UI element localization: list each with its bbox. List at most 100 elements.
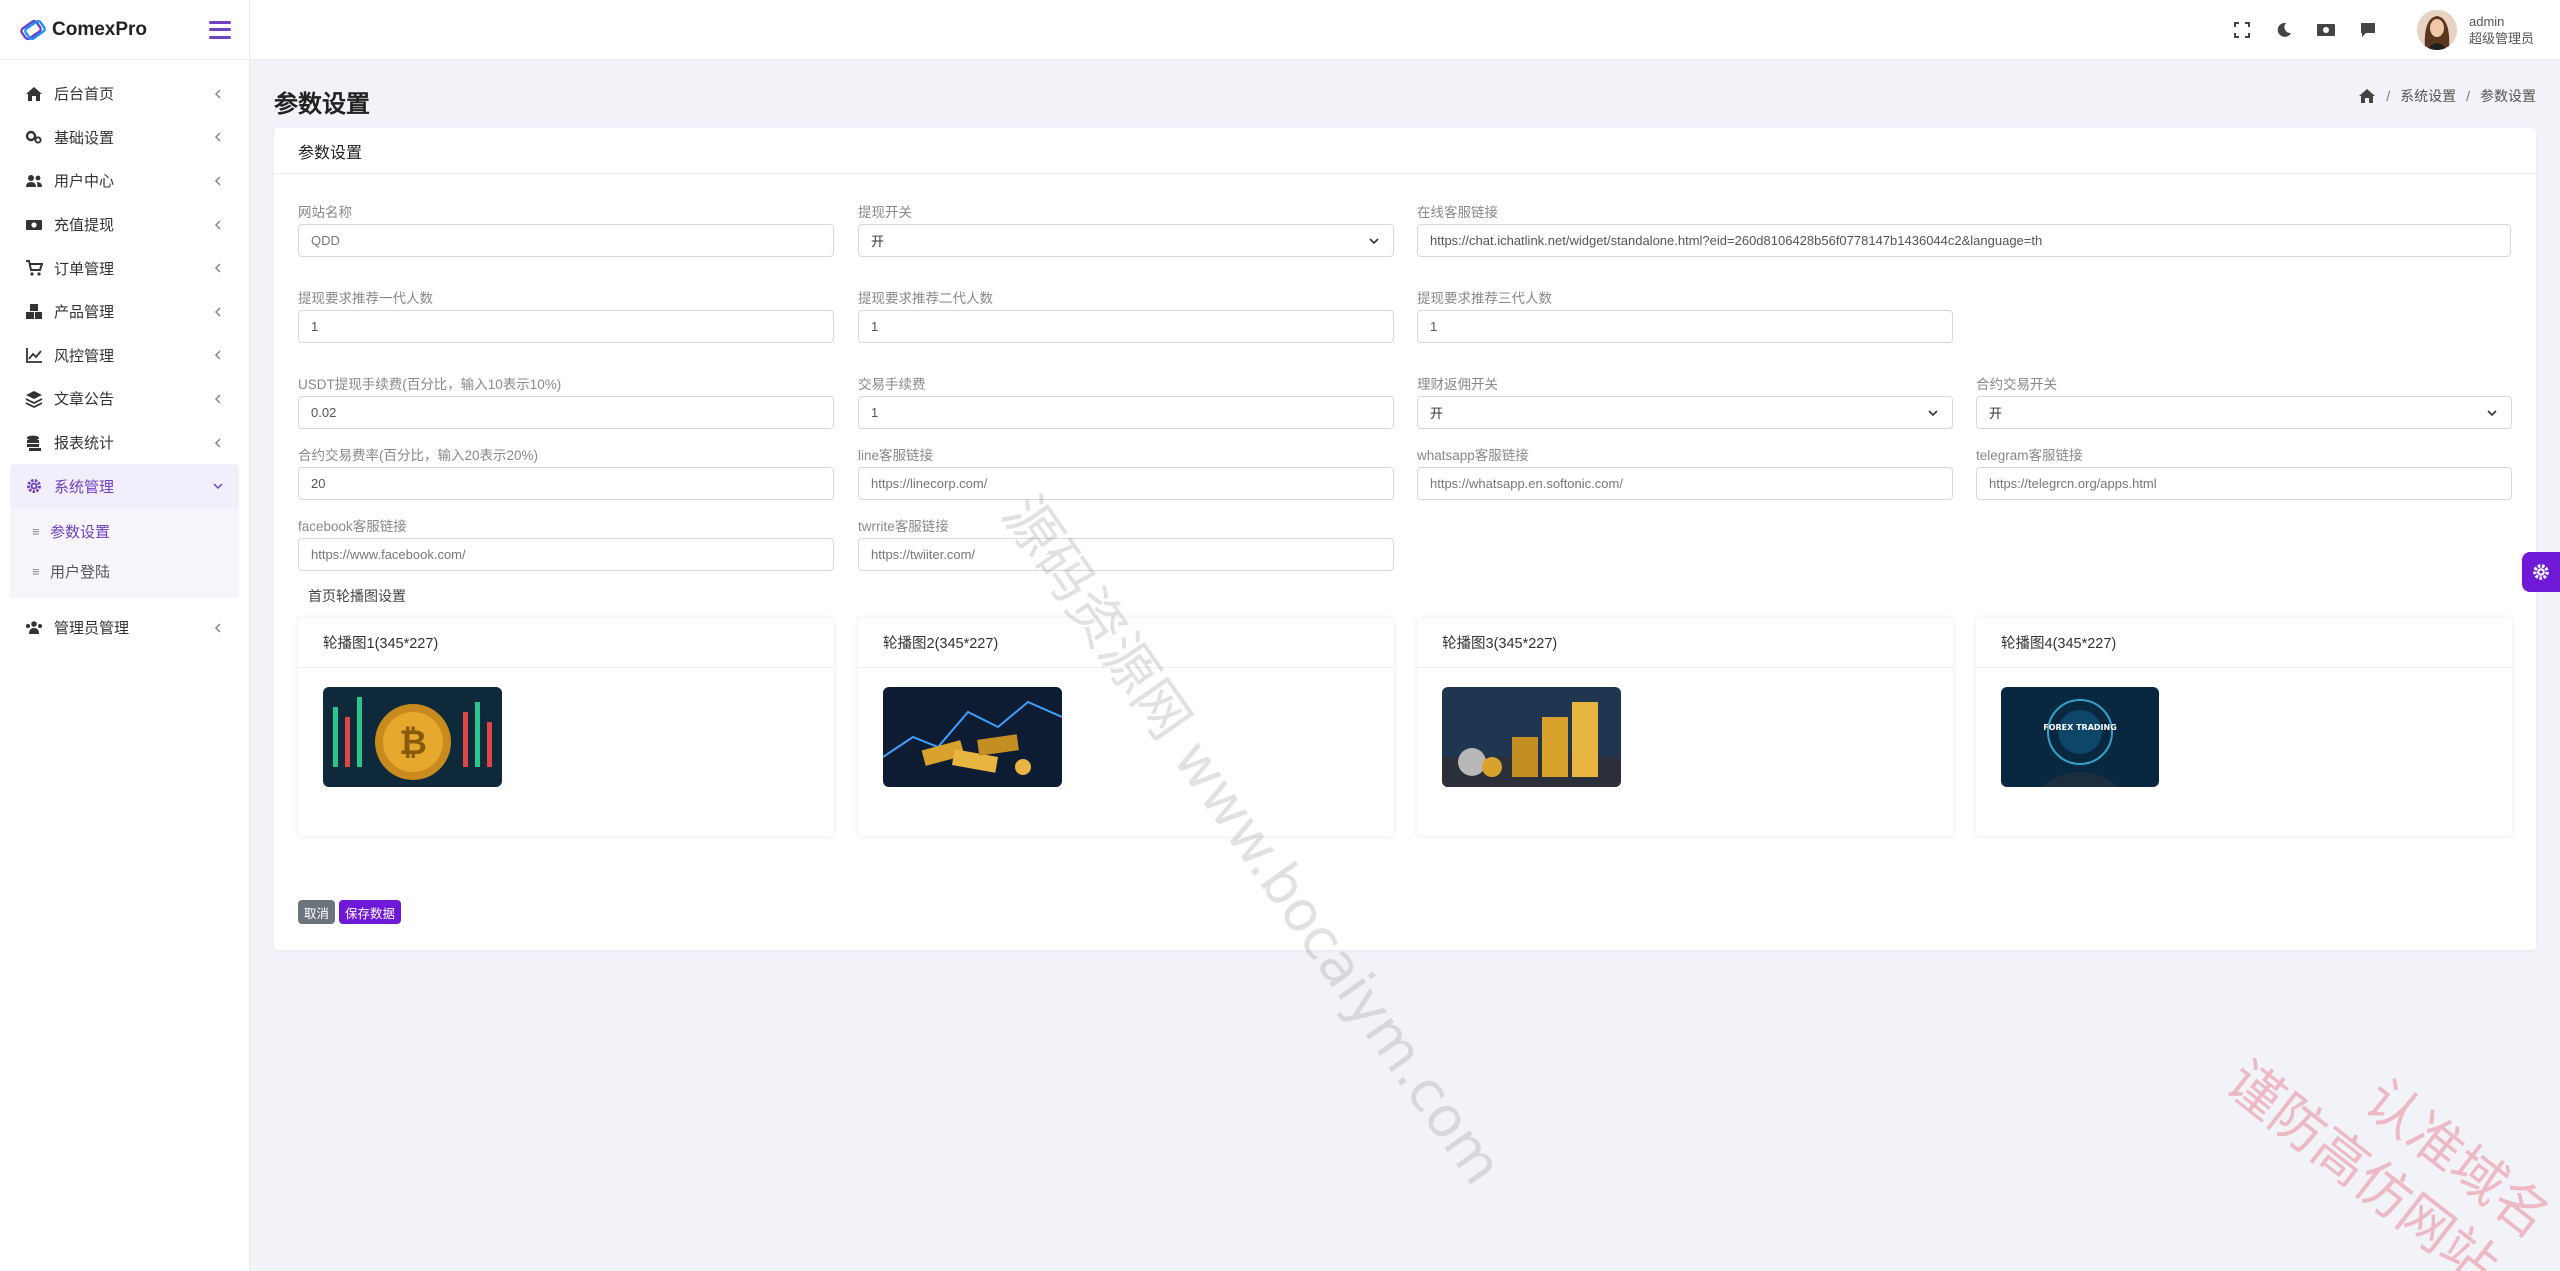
select-value: 开 (871, 234, 885, 249)
watermark-corner-line: 谨防高仿网站 (2214, 1048, 2510, 1271)
cs-link-label: 在线客服链接 (1417, 205, 1498, 220)
line-link-input[interactable]: https://linecorp.com/ (858, 467, 1394, 500)
sidebar-item-recharge-withdraw[interactable]: 充值提现 (10, 203, 239, 247)
sidebar-item-label: 系统管理 (54, 478, 115, 496)
whatsapp-link-input[interactable]: https://whatsapp.en.softonic.com/ (1417, 467, 1953, 500)
ref3-input[interactable]: 1 (1417, 310, 1953, 343)
sidebar-item-label: 报表统计 (54, 435, 115, 453)
breadcrumb-item[interactable]: 系统设置 (2400, 86, 2456, 106)
sidebar-item-user-center[interactable]: 用户中心 (10, 159, 239, 203)
sidebar-subitem-user-login[interactable]: ≡ 用户登陆 (10, 552, 239, 592)
rebate-switch-group: 理财返佣开关 开 (1417, 373, 1953, 429)
banner-card-title: 轮播图1(345*227) (298, 618, 834, 668)
sidebar-item-risk-control[interactable]: 风控管理 (10, 334, 239, 378)
banner-card: 轮播图4(345*227) FOREX TRADING (1976, 618, 2512, 836)
banner-card: 轮播图3(345*227) (1417, 618, 1953, 836)
gear-icon (24, 476, 44, 496)
watermark-corner: 认准域名 谨防高仿网站 (2213, 991, 2560, 1271)
sidebar: ComexPro 后台首页 基础设置 用户中心 充值提现 订单管理 产品管理 风… (0, 0, 250, 1271)
usdt-fee-label: USDT提现手续费(百分比，输入10表示10%) (298, 377, 562, 392)
banner-card: 轮播图1(345*227) ₿ (298, 618, 834, 836)
sidebar-item-label: 风控管理 (54, 347, 115, 365)
telegram-link-input[interactable]: https://telegrcn.org/apps.html (1976, 467, 2512, 500)
sidebar-item-reports[interactable]: 报表统计 (10, 421, 239, 465)
sidebar-item-orders[interactable]: 订单管理 (10, 246, 239, 290)
contract-switch-label: 合约交易开关 (1976, 377, 2057, 392)
svg-text:₿: ₿ (399, 723, 427, 763)
moon-icon[interactable] (2273, 19, 2295, 41)
contract-switch-group: 合约交易开关 开 (1976, 373, 2512, 429)
list-bullet-icon: ≡ (32, 564, 40, 580)
chevron-left-icon (214, 132, 221, 142)
cash-icon[interactable] (2315, 19, 2337, 41)
contract-rate-label: 合约交易费率(百分比，输入20表示20%) (298, 448, 539, 463)
rebate-switch-label: 理财返佣开关 (1417, 377, 1498, 392)
banner-image-coins[interactable] (1442, 687, 1621, 787)
chevron-down-icon (2487, 409, 2497, 416)
sidebar-item-basic-settings[interactable]: 基础设置 (10, 116, 239, 160)
sidebar-item-admin-management[interactable]: 管理员管理 (10, 606, 239, 650)
twitter-link-group: twrrite客服链接 https://twiiter.com/ (858, 515, 1394, 571)
chevron-left-icon (214, 438, 221, 448)
banner-image-bitcoin[interactable]: ₿ (323, 687, 502, 787)
user-group-icon (24, 618, 44, 638)
trade-fee-input[interactable]: 1 (858, 396, 1394, 429)
cancel-button[interactable]: 取消 (298, 900, 336, 924)
ref2-input[interactable]: 1 (858, 310, 1394, 343)
line-link-label: line客服链接 (858, 448, 934, 463)
ref2-group: 提现要求推荐二代人数 1 (858, 287, 1394, 343)
telegram-link-label: telegram客服链接 (1976, 448, 2083, 463)
sidebar-item-label: 产品管理 (54, 304, 115, 322)
sidebar-item-home[interactable]: 后台首页 (10, 72, 239, 116)
chevron-left-icon (214, 263, 221, 273)
menu-toggle-icon[interactable] (209, 20, 231, 39)
twitter-link-input[interactable]: https://twiiter.com/ (858, 538, 1394, 571)
contract-rate-input[interactable]: 20 (298, 467, 834, 500)
rebate-switch-select[interactable]: 开 (1417, 396, 1953, 429)
ref2-label: 提现要求推荐二代人数 (858, 291, 993, 306)
breadcrumb: / 系统设置 / 参数设置 (2358, 86, 2536, 106)
cs-link-input[interactable]: https://chat.ichatlink.net/widget/standa… (1417, 224, 2511, 257)
user-role: 超级管理员 (2468, 30, 2534, 46)
facebook-link-input[interactable]: https://www.facebook.com/ (298, 538, 834, 571)
sidebar-subitem-parameters[interactable]: ≡ 参数设置 (10, 512, 239, 552)
chevron-down-icon (1928, 409, 1938, 416)
ref1-input[interactable]: 1 (298, 310, 834, 343)
form-actions: 取消 保存数据 (298, 900, 405, 924)
coins-icon (24, 433, 44, 453)
fullscreen-icon[interactable] (2231, 19, 2253, 41)
chart-line-icon (24, 345, 44, 365)
theme-settings-button[interactable] (2522, 552, 2560, 592)
whatsapp-link-group: whatsapp客服链接 https://whatsapp.en.softoni… (1417, 444, 1953, 500)
usdt-fee-input[interactable]: 0.02 (298, 396, 834, 429)
sidebar-item-articles[interactable]: 文章公告 (10, 377, 239, 421)
breadcrumb-item-current: 参数设置 (2480, 88, 2536, 104)
home-icon[interactable] (2358, 88, 2376, 104)
banner-image-forex[interactable]: FOREX TRADING (2001, 687, 2159, 787)
sidebar-item-label: 充值提现 (54, 217, 115, 235)
sidebar-item-label: 管理员管理 (54, 620, 130, 638)
comment-icon[interactable] (2357, 19, 2379, 41)
line-link-group: line客服链接 https://linecorp.com/ (858, 444, 1394, 500)
save-button[interactable]: 保存数据 (339, 900, 402, 924)
user-menu[interactable]: admin 超级管理员 (2416, 9, 2534, 50)
sidebar-menu: 后台首页 基础设置 用户中心 充值提现 订单管理 产品管理 风控管理 文章公告 … (0, 60, 249, 662)
list-bullet-icon: ≡ (32, 524, 40, 540)
sidebar-item-system-management[interactable]: 系统管理 (10, 464, 239, 508)
home-icon (24, 84, 44, 104)
site-name-input[interactable]: QDD (298, 224, 834, 257)
banner-section-title: 首页轮播图设置 (308, 588, 406, 604)
banner-image-gold[interactable] (883, 687, 1062, 787)
money-icon (24, 215, 44, 235)
withdraw-switch-select[interactable]: 开 (858, 224, 1394, 257)
settings-card: 参数设置 网站名称 QDD 提现开关 开 在线客服链接 https://chat… (274, 128, 2536, 950)
contract-switch-select[interactable]: 开 (1976, 396, 2512, 429)
banner-card-title: 轮播图3(345*227) (1417, 618, 1953, 668)
chevron-left-icon (214, 623, 221, 633)
site-name-label: 网站名称 (298, 205, 352, 220)
facebook-link-label: facebook客服链接 (298, 519, 407, 534)
twitter-link-label: twrrite客服链接 (858, 519, 949, 534)
sidebar-item-products[interactable]: 产品管理 (10, 290, 239, 334)
ref1-label: 提现要求推荐一代人数 (298, 291, 433, 306)
ref1-group: 提现要求推荐一代人数 1 (298, 287, 834, 343)
